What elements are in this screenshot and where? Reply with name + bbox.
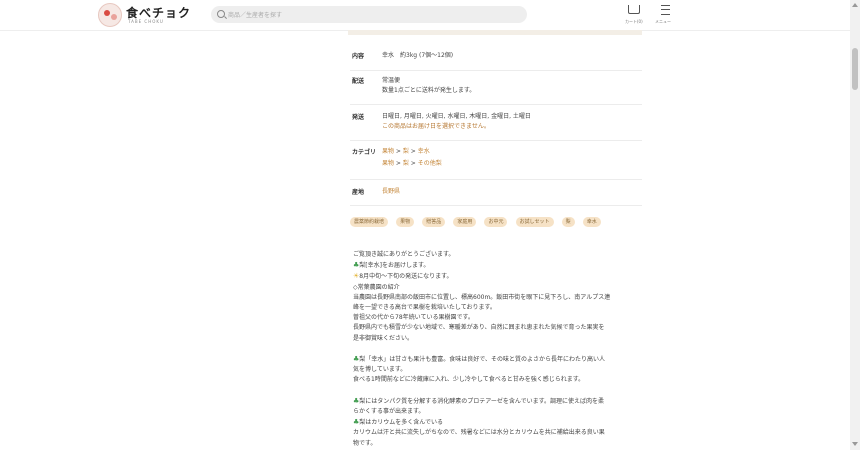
logo-mark-icon xyxy=(98,3,122,27)
scroll-down-arrow-icon[interactable] xyxy=(852,442,858,446)
delivery-method: 常温便 xyxy=(382,77,401,84)
category-separator: > xyxy=(394,148,403,155)
description-line: らかくする事が出来ます。 xyxy=(353,408,425,416)
category-separator: > xyxy=(408,160,418,167)
description-line: 当農園は長野県南部の飯田市に位置し、標高600m。飯田市街を眼下に見下ろし、南ア… xyxy=(353,293,611,301)
site-header: 食べチョク TABE CHOKU 商品／生産者を探す カート(0) メニュー xyxy=(0,0,850,31)
description-line: 物です。 xyxy=(353,439,377,447)
search-placeholder: 商品／生産者を探す xyxy=(228,12,283,19)
category-separator: > xyxy=(408,148,418,155)
category-link[interactable]: その他梨 xyxy=(418,160,442,167)
site-logo[interactable]: 食べチョク TABE CHOKU xyxy=(98,3,198,27)
detail-row-category: カテゴリ 果物 > 梨 > 幸水 果物 > 梨 > その他梨 xyxy=(350,147,642,180)
description-line: 食べる1時間前などに冷蔵庫に入れ、少し冷やして食べると甘みを強く感じられます。 xyxy=(353,376,585,384)
cart-icon xyxy=(628,5,640,14)
detail-label: 発送 xyxy=(352,114,365,121)
description-line: ◇常葉農園の紹介 xyxy=(353,283,400,291)
tag-chip[interactable]: 幸水 xyxy=(582,217,601,227)
search-icon xyxy=(217,10,225,18)
menu-label: メニュー xyxy=(655,19,671,24)
tag-chip[interactable]: 贈答品 xyxy=(422,217,446,227)
detail-label: 配送 xyxy=(352,78,365,85)
tag-chip[interactable]: お試しセット xyxy=(515,217,554,227)
description-line: 峰を一望できる高台で果樹を栽培いたしております。 xyxy=(353,304,496,312)
description-line: ☀8月中旬〜下旬の発送になります。 xyxy=(353,272,453,281)
page-scrollbar[interactable] xyxy=(850,0,860,450)
description-line: 気を博しています。 xyxy=(353,366,407,374)
menu-button[interactable]: メニュー xyxy=(654,4,678,28)
description-line: カリウムは汗と共に流失しがちなので、残暑などには水分とカリウムを共に補給出来る良… xyxy=(353,429,605,437)
detail-row-shipping: 発送 日曜日, 月曜日, 火曜日, 水曜日, 木曜日, 金曜日, 土曜日 この商… xyxy=(350,112,642,141)
search-input[interactable]: 商品／生産者を探す xyxy=(211,6,527,23)
detail-value: 長野県 xyxy=(382,187,400,197)
tag-chip[interactable]: 農薬節約栽培 xyxy=(350,217,389,227)
category-path-2: 果物 > 梨 > その他梨 xyxy=(382,159,442,169)
detail-row-origin: 産地 長野県 xyxy=(350,187,642,206)
tag-chip[interactable]: 果物 xyxy=(396,217,415,227)
product-description: ご覧頂き誠にありがとうございます。 ♣梨[幸水]をお届けします。 ☀8月中旬〜下… xyxy=(353,250,649,449)
description-line: 是非御賞味ください。 xyxy=(353,334,414,342)
description-line: 長野県内でも積雪が少ない地域で、寒暖差があり、自然に囲まれ恵まれた気候で育った果… xyxy=(353,324,605,332)
price-panel-bottom xyxy=(348,30,642,35)
detail-value: 幸水 約3kg (7個〜12個) xyxy=(382,51,453,61)
detail-label: カテゴリ xyxy=(352,149,377,156)
tag-chip[interactable]: 家庭用 xyxy=(453,217,477,227)
cart-button[interactable]: カート(0) xyxy=(623,4,645,28)
description-line: ♣梨はカリウムを多く含んでいる xyxy=(353,418,443,427)
delivery-date-warning: この商品はお届け日を選択できません。 xyxy=(382,123,490,130)
logo-subtext: TABE CHOKU xyxy=(128,19,164,24)
detail-label: 産地 xyxy=(352,189,365,196)
contents-value: 幸水 約3kg (7個〜12個) xyxy=(382,52,454,59)
shipping-days: 日曜日, 月曜日, 火曜日, 水曜日, 木曜日, 金曜日, 土曜日 xyxy=(382,113,531,120)
description-line: ♣梨「幸水」は甘さも果汁も豊富。食味は良好で、その味と質のよさから長年にわたり高… xyxy=(353,355,606,364)
description-line: ♣梨[幸水]をお届けします。 xyxy=(353,261,430,270)
detail-row-contents: 内容 幸水 約3kg (7個〜12個) xyxy=(350,51,642,71)
category-link[interactable]: 果物 xyxy=(382,160,394,167)
category-link[interactable]: 幸水 xyxy=(418,148,430,155)
description-line: ♣梨にはタンパク質を分解する消化酵素のプロテアーゼを含んでいます。調理に使えば肉… xyxy=(353,396,605,405)
tag-chip[interactable]: 梨 xyxy=(561,217,575,227)
detail-row-delivery: 配送 常温便 数量1点ごとに送料が発生します。 xyxy=(350,76,642,105)
description-line: 曽祖父の代から78年続いている果樹園です。 xyxy=(353,314,474,322)
detail-value: 日曜日, 月曜日, 火曜日, 水曜日, 木曜日, 金曜日, 土曜日 この商品はお… xyxy=(382,112,531,132)
detail-label: 内容 xyxy=(352,53,365,60)
origin-link[interactable]: 長野県 xyxy=(382,187,400,197)
scroll-thumb[interactable] xyxy=(852,48,858,90)
cart-label: カート(0) xyxy=(625,19,643,24)
tag-list: 農薬節約栽培 果物 贈答品 家庭用 お中元 お試しセット 梨 幸水 xyxy=(350,217,642,229)
tag-chip[interactable]: お中元 xyxy=(484,217,508,227)
description-line: ご覧頂き誠にありがとうございます。 xyxy=(353,251,455,258)
shipping-fee-note: 数量1点ごとに送料が発生します。 xyxy=(382,87,476,94)
detail-value: 常温便 数量1点ごとに送料が発生します。 xyxy=(382,76,475,96)
category-path-1: 果物 > 梨 > 幸水 xyxy=(382,147,442,157)
detail-value: 果物 > 梨 > 幸水 果物 > 梨 > その他梨 xyxy=(382,147,442,169)
scroll-up-arrow-icon[interactable] xyxy=(852,3,858,7)
hamburger-menu-icon xyxy=(661,5,670,15)
category-link[interactable]: 果物 xyxy=(382,148,394,155)
category-separator: > xyxy=(394,160,403,167)
